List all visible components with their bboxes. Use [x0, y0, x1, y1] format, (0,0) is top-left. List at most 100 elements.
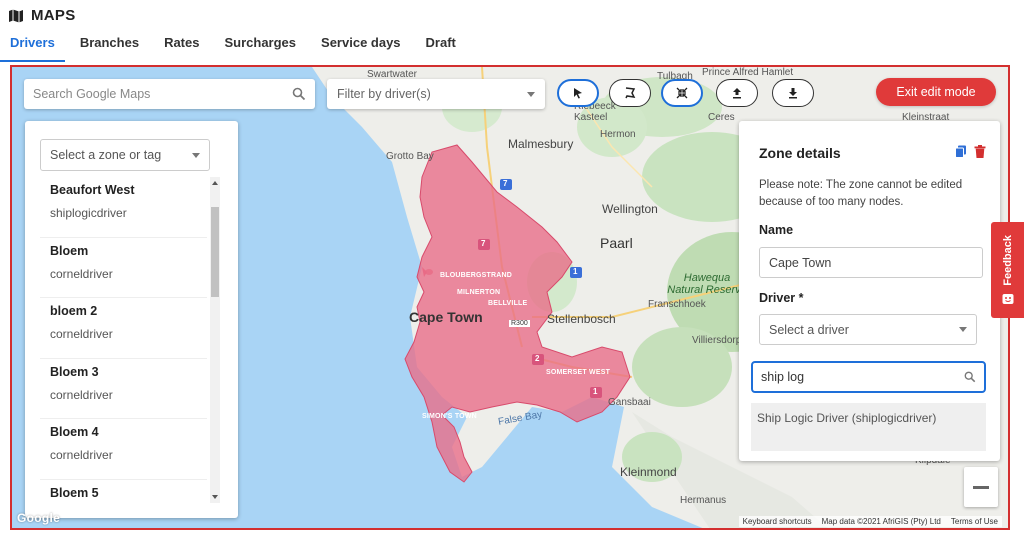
map-label-paarl: Paarl	[600, 235, 633, 251]
zone-name: Beaufort West	[50, 183, 135, 197]
map-label-prince-alfred-hamlet: Prince Alfred Hamlet	[702, 67, 794, 78]
map-label-malmesbury: Malmesbury	[508, 137, 574, 151]
app-title: MAPS	[8, 7, 76, 24]
list-item[interactable]: Bloem 4 corneldriver	[40, 419, 207, 480]
map-label-gansbaai: Gansbaai	[608, 397, 651, 408]
list-item[interactable]: Beaufort West shiplogicdriver	[40, 177, 207, 238]
zone-list-panel: Select a zone or tag Beaufort West shipl…	[25, 121, 238, 518]
draw-polygon-button[interactable]	[609, 79, 651, 107]
scroll-down-icon[interactable]	[212, 495, 218, 499]
route-shield-m7: 7	[481, 239, 486, 248]
zone-driver: corneldriver	[50, 327, 113, 341]
map-label-simons-town: SIMON'S TOWN	[422, 413, 477, 420]
upload-icon	[733, 88, 741, 99]
driver-filter-label: Filter by driver(s)	[337, 87, 431, 101]
scroll-up-icon[interactable]	[212, 181, 218, 185]
upload-button[interactable]	[716, 79, 758, 107]
map-label-kleinmond: Kleinmond	[620, 465, 677, 479]
map-label-bellville: BELLVILLE	[488, 300, 528, 307]
route-shield-n2: 2	[535, 354, 540, 363]
list-item[interactable]: Bloem 5	[40, 480, 207, 508]
zone-driver: shiplogicdriver	[50, 206, 127, 220]
google-logo: Google	[17, 511, 61, 525]
zone-list-scrollbar[interactable]	[210, 177, 220, 503]
list-item[interactable]: bloem 2 corneldriver	[40, 298, 207, 359]
tab-surcharges[interactable]: Surcharges	[214, 30, 306, 62]
copy-icon[interactable]	[955, 145, 967, 158]
map-label-bloubergstrand: BLOUBERGSTRAND	[440, 272, 513, 279]
zone-select[interactable]: Select a zone or tag	[40, 139, 210, 171]
download-icon	[789, 88, 797, 99]
driver-option[interactable]: Ship Logic Driver (shiplogicdriver)	[751, 403, 986, 451]
delete-icon[interactable]	[974, 145, 986, 158]
search-icon[interactable]	[292, 87, 306, 101]
tab-branches[interactable]: Branches	[70, 30, 149, 62]
driver-filter-select[interactable]: Filter by driver(s)	[327, 79, 545, 109]
zone-list: Beaufort West shiplogicdriver Bloem corn…	[40, 177, 207, 507]
pointer-tool-button[interactable]	[557, 79, 599, 107]
app-title-text: MAPS	[31, 7, 76, 24]
zone-name: Bloem	[50, 243, 89, 258]
map-label-cape-town: Cape Town	[409, 309, 483, 325]
map-attribution: Keyboard shortcuts Map data ©2021 AfriGI…	[738, 516, 1002, 527]
driver-label: Driver *	[759, 291, 804, 305]
map-label-somerset-west: SOMERSET WEST	[546, 369, 611, 376]
flag-polygon-icon	[625, 87, 636, 99]
zone-details-actions	[955, 145, 986, 158]
chevron-down-icon	[527, 91, 535, 97]
tab-rates[interactable]: Rates	[154, 30, 209, 62]
chevron-down-icon	[192, 152, 200, 158]
map-label-hermanus: Hermanus	[680, 495, 727, 506]
page-header: MAPS Drivers Branches Rates Surcharges S…	[0, 0, 1024, 66]
zone-details-note: Please note: The zone cannot be edited b…	[759, 179, 963, 208]
search-box	[24, 79, 315, 109]
map-label-hawequa: Hawequa Natural Reserve	[667, 272, 747, 296]
driver-search-input[interactable]: ship log	[751, 361, 986, 393]
driver-select-label: Select a driver	[769, 322, 849, 337]
zone-name: Bloem 4	[50, 425, 99, 439]
search-input[interactable]	[33, 87, 292, 101]
map-label-milnerton: MILNERTON	[457, 289, 501, 296]
zone-name-field[interactable]: Cape Town	[759, 247, 983, 278]
tab-service-days[interactable]: Service days	[311, 30, 411, 62]
scroll-thumb[interactable]	[211, 207, 219, 297]
map-canvas[interactable]: 7 7 1 2 1 Swartwater Tulbagh Prince Alfr…	[10, 65, 1010, 530]
zone-name: Bloem 3	[50, 364, 99, 379]
map-label-r300: R300	[509, 320, 530, 327]
tab-bar: Drivers Branches Rates Surcharges Servic…	[0, 30, 471, 62]
map-label-ceres: Ceres	[708, 112, 735, 123]
map-label-villiersdorp: Villiersdorp	[692, 335, 742, 346]
zone-driver: corneldriver	[50, 448, 113, 462]
exit-edit-mode-button[interactable]: Exit edit mode	[876, 78, 996, 106]
chevron-down-icon	[959, 327, 967, 332]
list-item[interactable]: Bloem 3 corneldriver	[40, 359, 207, 419]
feedback-smile-icon	[1002, 294, 1013, 305]
tab-drivers[interactable]: Drivers	[0, 30, 65, 62]
collapse-arrows-icon	[676, 87, 688, 99]
terms-of-use-link[interactable]: Terms of Use	[951, 517, 998, 526]
collapse-button[interactable]	[661, 79, 703, 107]
keyboard-shortcuts-link[interactable]: Keyboard shortcuts	[743, 517, 812, 526]
list-item[interactable]: Bloem corneldriver	[40, 238, 207, 298]
driver-search-value: ship log	[761, 370, 805, 384]
map-data-text: Map data ©2021 AfriGIS (Pty) Ltd	[821, 517, 941, 526]
map-label-franschhoek: Franschhoek	[648, 299, 706, 310]
zone-driver: corneldriver	[50, 387, 113, 402]
driver-select[interactable]: Select a driver	[759, 314, 977, 345]
download-button[interactable]	[772, 79, 814, 107]
map-label-wellington: Wellington	[602, 202, 658, 216]
map-icon	[9, 9, 23, 22]
search-icon	[964, 371, 976, 383]
zone-driver: corneldriver	[50, 266, 113, 281]
zone-select-label: Select a zone or tag	[50, 148, 162, 162]
tab-draft[interactable]: Draft	[416, 30, 466, 62]
zoom-out-button[interactable]	[964, 467, 998, 507]
name-label: Name	[759, 223, 794, 237]
feedback-label: Feedback	[1001, 234, 1014, 286]
zone-name: bloem 2	[50, 304, 98, 318]
pointer-icon	[574, 88, 582, 99]
route-shield-n7: 7	[503, 179, 508, 188]
feedback-button[interactable]: Feedback	[991, 222, 1024, 318]
zone-details-title: Zone details	[759, 145, 841, 161]
route-shield-n1b: 1	[593, 387, 598, 396]
